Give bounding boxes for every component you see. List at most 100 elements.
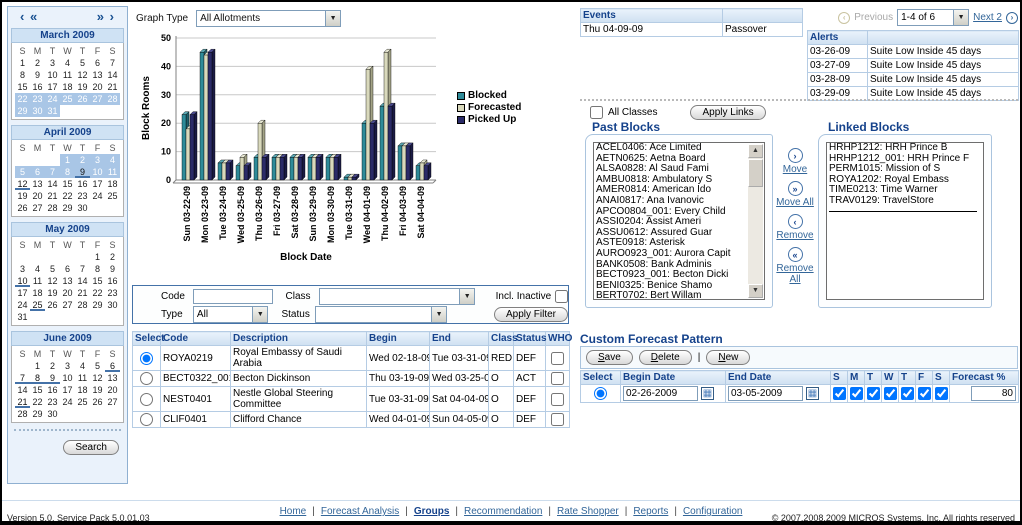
calendar-day[interactable]: 9: [45, 372, 60, 384]
calendar-day[interactable]: 16: [105, 275, 120, 287]
calendar-day[interactable]: 6: [90, 57, 105, 69]
calendar-day[interactable]: 12: [75, 69, 90, 81]
who-checkbox[interactable]: [551, 413, 564, 426]
day-checkbox[interactable]: [935, 387, 948, 400]
calendar-day[interactable]: 23: [45, 396, 60, 408]
apply-filter-button[interactable]: Apply Filter: [494, 307, 568, 322]
day-checkbox[interactable]: [884, 387, 897, 400]
calendar-day[interactable]: 10: [60, 372, 75, 384]
column-header[interactable]: Class: [489, 332, 514, 346]
calendar-day[interactable]: 13: [60, 275, 75, 287]
calendar-day[interactable]: 9: [105, 263, 120, 275]
calendar-day[interactable]: 11: [75, 372, 90, 384]
calendar-day[interactable]: 18: [30, 287, 45, 299]
arrow-circle-icon[interactable]: «: [788, 247, 803, 262]
calendar-day[interactable]: 23: [30, 93, 45, 105]
column-header[interactable]: Description: [231, 332, 367, 346]
transfer-link[interactable]: Remove All: [776, 263, 813, 285]
calendar-day[interactable]: 6: [105, 360, 120, 372]
day-checkbox[interactable]: [901, 387, 914, 400]
calendar-day[interactable]: 23: [75, 190, 90, 202]
list-item[interactable]: HRHP1212: HRH Prince B: [827, 143, 983, 154]
calendar-picker-icon[interactable]: ▦: [701, 387, 714, 400]
day-checkbox[interactable]: [850, 387, 863, 400]
prev-small-icon[interactable]: ‹: [20, 9, 25, 24]
scrollbar[interactable]: ▲ ▼: [748, 144, 763, 298]
calendar-day[interactable]: 15: [60, 178, 75, 190]
calendar-day[interactable]: 28: [15, 408, 30, 420]
calendar-day[interactable]: 13: [105, 372, 120, 384]
calendar-day[interactable]: 14: [75, 275, 90, 287]
day-checkbox[interactable]: [918, 387, 931, 400]
calendar-day[interactable]: 19: [15, 190, 30, 202]
who-checkbox[interactable]: [551, 372, 564, 385]
calendar-day[interactable]: 7: [15, 372, 30, 384]
forecast-percent-input[interactable]: [971, 386, 1016, 401]
next-page-link[interactable]: Next 2: [973, 12, 1002, 23]
calendar-day[interactable]: 10: [15, 275, 30, 287]
calendar-day[interactable]: 25: [30, 299, 45, 311]
calendar-day[interactable]: 5: [75, 57, 90, 69]
begin-date-input[interactable]: [623, 386, 698, 401]
scroll-up-icon[interactable]: ▲: [748, 144, 763, 158]
calendar-day[interactable]: 28: [105, 93, 120, 105]
calendar-day[interactable]: 11: [105, 166, 120, 178]
chevron-down-icon[interactable]: ▼: [252, 307, 267, 322]
column-header[interactable]: Begin: [367, 332, 430, 346]
calendar-day[interactable]: 20: [30, 190, 45, 202]
calendar-day[interactable]: 8: [30, 372, 45, 384]
footer-link-groups[interactable]: Groups: [414, 506, 450, 517]
calendar-day[interactable]: 18: [75, 384, 90, 396]
calendar-day[interactable]: 4: [30, 263, 45, 275]
calendar-day[interactable]: 17: [15, 287, 30, 299]
calendar-day[interactable]: 22: [15, 93, 30, 105]
calendar-day[interactable]: 29: [30, 408, 45, 420]
who-checkbox[interactable]: [551, 352, 564, 365]
calendar-day[interactable]: 13: [30, 178, 45, 190]
chevron-down-icon[interactable]: ▼: [325, 11, 340, 26]
calendar-day[interactable]: 27: [105, 396, 120, 408]
transfer-link[interactable]: Move All: [776, 197, 814, 208]
linked-blocks-list[interactable]: HRHP1212: HRH Prince BHRHP1212_001: HRH …: [826, 142, 984, 300]
calendar-day[interactable]: 15: [90, 275, 105, 287]
calendar-day[interactable]: 16: [45, 384, 60, 396]
calendar-day[interactable]: 19: [75, 81, 90, 93]
calendar-day[interactable]: 26: [90, 396, 105, 408]
calendar-day[interactable]: 24: [15, 299, 30, 311]
calendar-day[interactable]: 5: [45, 263, 60, 275]
day-checkbox[interactable]: [867, 387, 880, 400]
calendar-day[interactable]: 7: [75, 263, 90, 275]
row-select-radio[interactable]: [140, 393, 153, 406]
status-select[interactable]: ▼: [315, 306, 447, 323]
delete-button[interactable]: Delete: [639, 350, 692, 365]
new-button[interactable]: New: [706, 350, 750, 365]
calendar-day[interactable]: 14: [15, 384, 30, 396]
graph-type-select[interactable]: All Allotments ▼: [196, 10, 341, 27]
calendar-day[interactable]: 25: [75, 396, 90, 408]
calendar-picker-icon[interactable]: ▦: [806, 387, 819, 400]
calendar-day[interactable]: 20: [90, 81, 105, 93]
prev-double-icon[interactable]: «: [30, 9, 38, 24]
code-input[interactable]: [193, 289, 273, 304]
calendar-day[interactable]: 2: [45, 360, 60, 372]
class-select[interactable]: ▼: [319, 288, 475, 305]
calendar-day[interactable]: 12: [15, 178, 30, 190]
calendar-day[interactable]: 20: [60, 287, 75, 299]
pattern-select-radio[interactable]: [594, 387, 607, 400]
calendar-day[interactable]: 15: [15, 81, 30, 93]
calendar-day[interactable]: 21: [105, 81, 120, 93]
calendar-day[interactable]: 8: [15, 69, 30, 81]
calendar-day[interactable]: 6: [30, 166, 45, 178]
list-item[interactable]: TRAV0129: TravelStore: [827, 196, 983, 207]
footer-link-forecast-analysis[interactable]: Forecast Analysis: [321, 506, 399, 517]
calendar-day[interactable]: 4: [105, 154, 120, 166]
calendar-day[interactable]: 24: [90, 190, 105, 202]
calendar-day[interactable]: 17: [45, 81, 60, 93]
calendar-day[interactable]: 31: [15, 311, 30, 323]
calendar-day[interactable]: 14: [45, 178, 60, 190]
calendar-day[interactable]: 12: [90, 372, 105, 384]
calendar-day[interactable]: 30: [75, 202, 90, 214]
calendar-day[interactable]: 24: [45, 93, 60, 105]
arrow-circle-icon[interactable]: ‹: [788, 214, 803, 229]
calendar-day[interactable]: 25: [105, 190, 120, 202]
